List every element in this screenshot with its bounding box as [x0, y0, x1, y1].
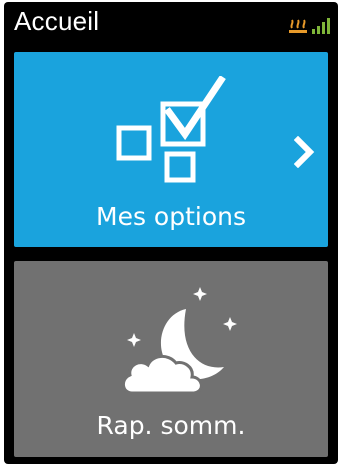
my-options-label: Mes options: [96, 202, 246, 231]
top-bar: Accueil: [4, 2, 338, 46]
options-checkbox-icon: [116, 76, 226, 183]
chevron-right-icon[interactable]: [294, 136, 316, 168]
sleep-report-label: Rap. somm.: [96, 411, 246, 440]
heating-icon: [289, 19, 307, 33]
page-title: Accueil: [14, 6, 100, 36]
my-options-tile[interactable]: Mes options: [14, 52, 328, 247]
sleep-report-tile[interactable]: Rap. somm.: [14, 261, 328, 457]
moon-cloud-icon: [122, 287, 237, 395]
device-screen: Accueil Mes options Rap. somm.: [4, 2, 338, 464]
status-area: [289, 18, 330, 34]
signal-icon: [312, 18, 330, 34]
